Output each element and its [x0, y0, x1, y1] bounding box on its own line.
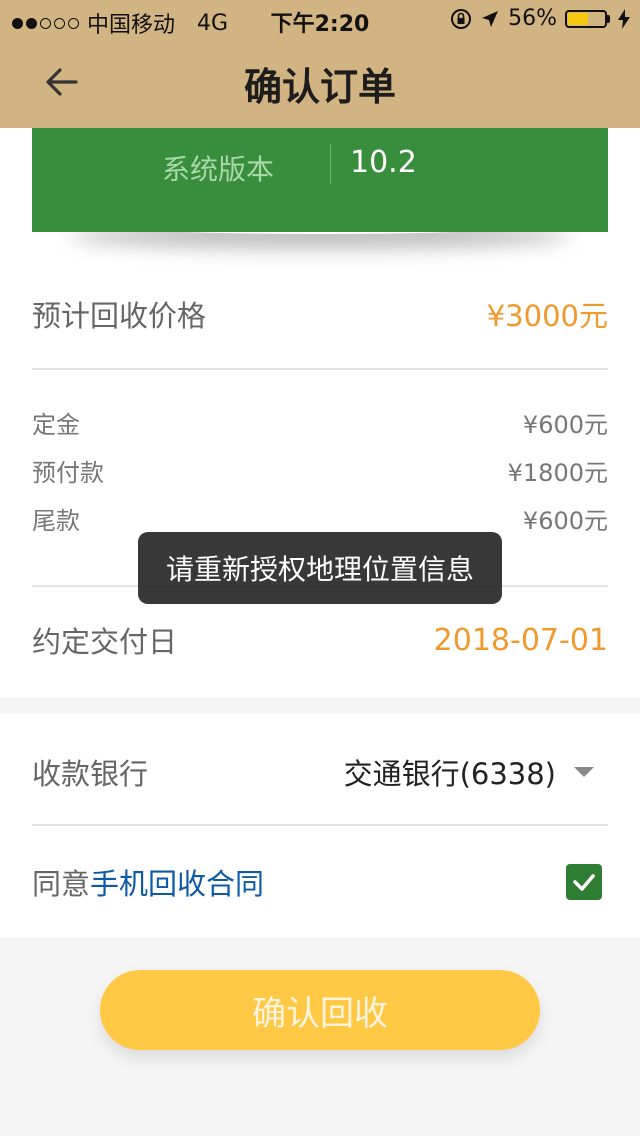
- bank-section: [0, 714, 640, 938]
- charging-bolt-icon: [618, 8, 630, 29]
- payment-label: 预付款: [32, 458, 104, 487]
- payment-value: ¥600元: [522, 506, 608, 535]
- delivery-date-label: 约定交付日: [32, 625, 178, 659]
- page-title: 确认订单: [243, 65, 396, 109]
- confirm-recycle-button[interactable]: 确认回收: [100, 970, 540, 1050]
- payment-value: ¥600元: [522, 410, 608, 439]
- status-bar: 中国移动 4G 下午2:20 56%: [0, 0, 640, 40]
- system-version-value: 10.2: [350, 145, 417, 180]
- agreement-row: 同意手机回收合同: [32, 860, 608, 904]
- agreement-checkbox[interactable]: [566, 864, 602, 900]
- delivery-date-value: 2018-07-01: [433, 622, 608, 658]
- agreement-prefix: 同意: [32, 867, 91, 901]
- payment-label: 尾款: [32, 506, 80, 535]
- bank-label: 收款银行: [32, 757, 149, 791]
- battery-percent: 56%: [508, 6, 557, 31]
- payment-row-prepay: 预付款 ¥1800元: [32, 454, 608, 487]
- estimated-price-label: 预计回收价格: [32, 299, 207, 333]
- divider: [32, 824, 608, 826]
- page: 中国移动 4G 下午2:20 56% 确认订单 系统版本 10.2 预计回收价格…: [0, 0, 640, 1136]
- card-divider: [330, 144, 331, 184]
- divider: [32, 368, 608, 370]
- payment-value: ¥1800元: [507, 458, 608, 487]
- dropdown-caret-icon: [574, 767, 594, 777]
- bank-value: 交通银行(6338): [343, 757, 556, 791]
- orientation-lock-icon: [451, 8, 472, 29]
- section-gap: [0, 698, 640, 714]
- status-right: 56%: [450, 6, 630, 31]
- payment-label: 定金: [32, 410, 80, 439]
- estimated-price-row: 预计回收价格 ¥3000元: [32, 294, 608, 334]
- toast-message: 请重新授权地理位置信息: [138, 532, 502, 604]
- agreement-text: 同意手机回收合同: [32, 861, 264, 903]
- battery-icon: [565, 9, 610, 28]
- system-version-label: 系统版本: [162, 153, 275, 186]
- bank-value-wrap: 交通银行(6338): [344, 751, 608, 793]
- payment-row-balance: 尾款 ¥600元: [32, 502, 608, 535]
- device-info-card: 系统版本 10.2: [32, 128, 608, 232]
- estimated-price-value: ¥3000元: [486, 299, 608, 333]
- payment-row-deposit: 定金 ¥600元: [32, 406, 608, 439]
- nav-bar: 确认订单: [0, 40, 640, 128]
- location-arrow-icon: [482, 10, 499, 27]
- contract-link[interactable]: 手机回收合同: [90, 867, 264, 901]
- header: 中国移动 4G 下午2:20 56% 确认订单: [0, 0, 640, 128]
- bank-select[interactable]: 收款银行 交通银行(6338): [32, 750, 608, 794]
- checkmark-icon: [573, 874, 595, 891]
- delivery-date-row: 约定交付日 2018-07-01: [32, 618, 608, 662]
